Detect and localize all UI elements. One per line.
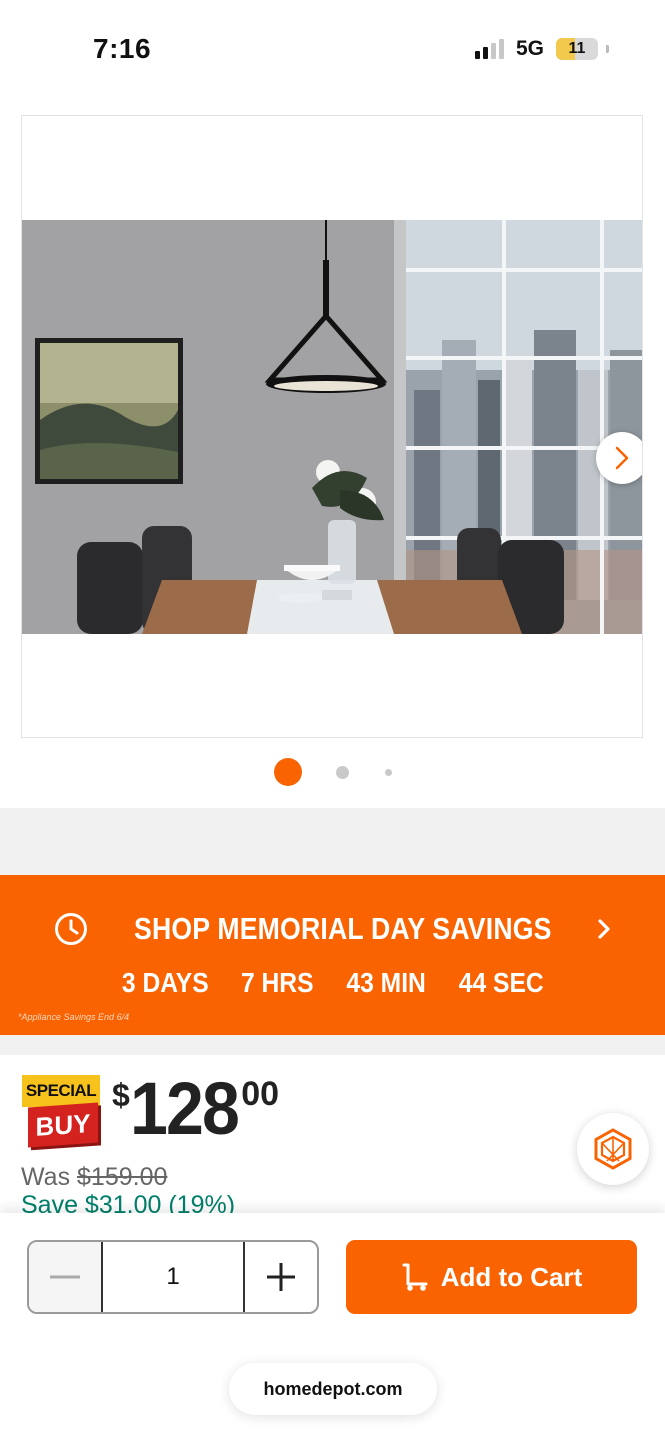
dolly-cart-icon [402, 1263, 428, 1291]
hexagon-logo-icon [594, 1128, 632, 1170]
countdown-days: 3 DAYS [121, 967, 209, 998]
add-to-cart-label: Add to Cart [440, 1261, 583, 1292]
product-image[interactable] [22, 220, 642, 634]
current-price: $ 128 00 [112, 1069, 279, 1149]
quantity-stepper: 1 [27, 1240, 319, 1314]
increase-quantity-button[interactable] [245, 1242, 317, 1312]
was-price: Was $159.00 [21, 1163, 167, 1192]
special-buy-badge: SPECIAL BUY [22, 1075, 100, 1148]
was-label: Was [21, 1163, 78, 1191]
plus-icon [267, 1263, 295, 1291]
price-cents: 00 [241, 1075, 280, 1113]
carousel-dot-3[interactable] [384, 768, 392, 776]
battery-level: 11 [568, 40, 586, 57]
next-image-button[interactable] [596, 432, 642, 484]
decrease-quantity-button[interactable] [29, 1242, 101, 1312]
promo-fine-print: *Appliance Savings End 6/4 [18, 1012, 130, 1022]
add-to-cart-bar: 1 Add to Cart homedepot.com [0, 1213, 665, 1440]
status-bar: 7:16 5G 11 [0, 0, 665, 100]
carousel-dot-1[interactable] [273, 758, 302, 786]
price-dollars: 128 [129, 1067, 240, 1150]
status-time: 7:16 [93, 33, 152, 64]
product-image-frame[interactable] [21, 115, 643, 738]
clock-icon [54, 913, 87, 945]
promo-title[interactable]: SHOP MEMORIAL DAY SAVINGS [134, 911, 552, 947]
countdown-minutes: 43 MIN [346, 967, 426, 998]
quantity-input[interactable]: 1 [101, 1242, 245, 1312]
promo-banner[interactable]: SHOP MEMORIAL DAY SAVINGS 3 DAYS 7 HRS 4… [0, 875, 665, 1035]
add-to-cart-button[interactable]: Add to Cart [346, 1240, 637, 1314]
price-currency: $ [112, 1077, 130, 1113]
battery-cap [606, 45, 609, 53]
minus-icon [50, 1275, 80, 1279]
promo-title-row[interactable]: SHOP MEMORIAL DAY SAVINGS [0, 911, 665, 947]
was-amount: $159.00 [77, 1163, 168, 1191]
section-divider [0, 808, 665, 875]
section-divider [0, 1035, 665, 1055]
savings-text: Save $31.00 (19%) [21, 1191, 236, 1215]
price-section: SPECIAL BUY $ 128 00 Was $159.00 Save $3… [0, 1055, 665, 1215]
countdown-seconds: 44 SEC [458, 967, 544, 998]
chat-assistant-button[interactable] [577, 1113, 649, 1185]
carousel-indicators [0, 758, 665, 786]
chevron-right-icon [615, 446, 629, 470]
battery-icon: 11 [556, 38, 598, 60]
network-type: 5G [515, 37, 544, 60]
countdown-hours: 7 HRS [241, 967, 314, 998]
signal-icon [474, 39, 504, 59]
chevron-right-icon [598, 919, 610, 939]
browser-address-bar[interactable]: homedepot.com [229, 1363, 437, 1415]
status-indicators: 5G 11 [474, 37, 609, 61]
promo-countdown: 3 DAYS 7 HRS 43 MIN 44 SEC [0, 967, 665, 999]
badge-bottom-text: BUY [28, 1102, 98, 1148]
carousel-dot-2[interactable] [335, 765, 349, 779]
product-gallery [0, 100, 665, 808]
